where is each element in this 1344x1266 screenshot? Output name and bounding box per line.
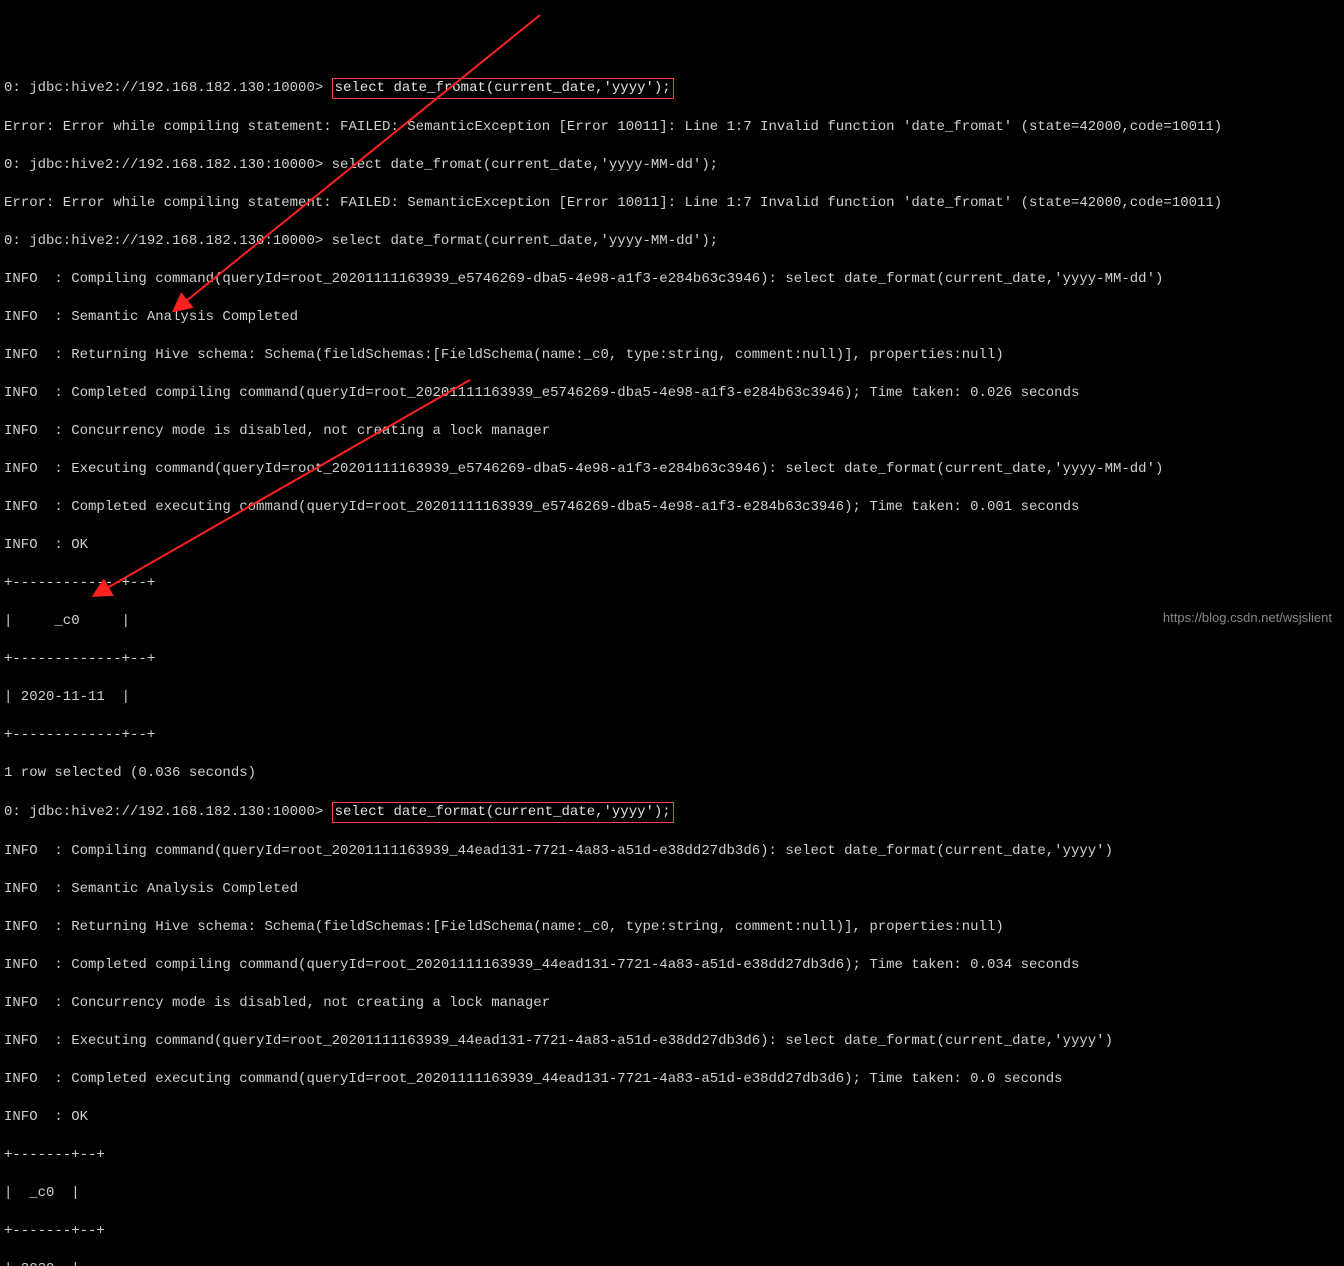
watermark: https://blog.csdn.net/wsjslient	[1163, 608, 1332, 627]
prompt: 0: jdbc:hive2://192.168.182.130:10000>	[4, 157, 332, 173]
prompt: 0: jdbc:hive2://192.168.182.130:10000>	[4, 80, 332, 96]
highlighted-command-1: select date_fromat(current_date,'yyyy');	[332, 78, 674, 99]
info-line: INFO : Returning Hive schema: Schema(fie…	[4, 346, 1340, 365]
table-header: | _c0 |	[4, 1184, 1340, 1203]
info-line: INFO : Completed compiling command(query…	[4, 384, 1340, 403]
prompt: 0: jdbc:hive2://192.168.182.130:10000>	[4, 233, 332, 249]
info-line: INFO : Concurrency mode is disabled, not…	[4, 994, 1340, 1013]
table-separator: +-------------+--+	[4, 650, 1340, 669]
info-line: INFO : Returning Hive schema: Schema(fie…	[4, 918, 1340, 937]
info-line: INFO : Executing command(queryId=root_20…	[4, 460, 1340, 479]
info-line: INFO : Compiling command(queryId=root_20…	[4, 842, 1340, 861]
terminal-line: 0: jdbc:hive2://192.168.182.130:10000> s…	[4, 78, 1340, 99]
prompt: 0: jdbc:hive2://192.168.182.130:10000>	[4, 804, 332, 820]
table-separator: +-------+--+	[4, 1222, 1340, 1241]
row-count: 1 row selected (0.036 seconds)	[4, 764, 1340, 783]
info-line: INFO : Completed executing command(query…	[4, 1070, 1340, 1089]
info-line: INFO : Semantic Analysis Completed	[4, 308, 1340, 327]
command-text: select date_format(current_date,'yyyy-MM…	[332, 233, 718, 249]
info-line: INFO : Concurrency mode is disabled, not…	[4, 422, 1340, 441]
terminal-line: 0: jdbc:hive2://192.168.182.130:10000> s…	[4, 232, 1340, 251]
table-row: | 2020-11-11 |	[4, 688, 1340, 707]
error-line: Error: Error while compiling statement: …	[4, 118, 1340, 137]
info-line: INFO : Completed compiling command(query…	[4, 956, 1340, 975]
terminal-line: 0: jdbc:hive2://192.168.182.130:10000> s…	[4, 156, 1340, 175]
table-separator: +-------+--+	[4, 1146, 1340, 1165]
info-line: INFO : Completed executing command(query…	[4, 498, 1340, 517]
highlighted-command-2: select date_format(current_date,'yyyy');	[332, 802, 674, 823]
command-text: select date_fromat(current_date,'yyyy-MM…	[332, 157, 718, 173]
arrow-icon	[70, 375, 500, 605]
info-line: INFO : OK	[4, 536, 1340, 555]
error-line: Error: Error while compiling statement: …	[4, 194, 1340, 213]
table-separator: +-------------+--+	[4, 726, 1340, 745]
table-header: | _c0 |	[4, 612, 1340, 631]
terminal-line: 0: jdbc:hive2://192.168.182.130:10000> s…	[4, 802, 1340, 823]
info-line: INFO : Compiling command(queryId=root_20…	[4, 270, 1340, 289]
info-line: INFO : Semantic Analysis Completed	[4, 880, 1340, 899]
info-line: INFO : Executing command(queryId=root_20…	[4, 1032, 1340, 1051]
table-separator: +-------------+--+	[4, 574, 1340, 593]
table-row: | 2020 |	[4, 1260, 1340, 1266]
info-line: INFO : OK	[4, 1108, 1340, 1127]
